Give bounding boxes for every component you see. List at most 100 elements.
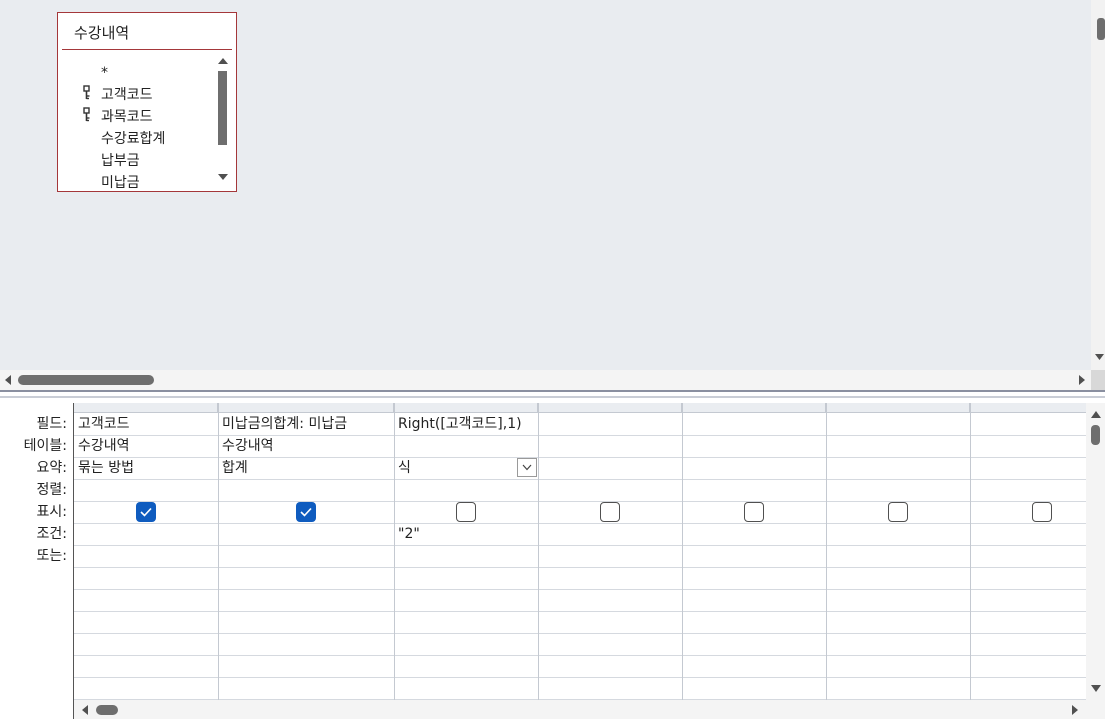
total-dropdown-button[interactable] xyxy=(517,458,537,477)
table-box-title[interactable]: 수강내역 xyxy=(74,22,129,43)
checkmark-icon xyxy=(300,507,312,517)
total-cell[interactable] xyxy=(538,457,682,479)
field-cell[interactable]: Right([고객코드],1) xyxy=(394,413,538,435)
scroll-right-arrow-icon[interactable] xyxy=(1077,374,1087,386)
field-cell[interactable] xyxy=(970,413,1086,435)
sort-cell[interactable] xyxy=(74,479,218,501)
field-item[interactable]: * xyxy=(101,62,108,84)
table-field-list-window[interactable]: 수강내역 * 고객코드 과목코드 수강료합계 납부금 미납금 xyxy=(57,12,237,192)
design-horizontal-scrollbar[interactable] xyxy=(0,370,1091,390)
query-design-grid[interactable]: 고객코드 수강내역 묶는 방법 미납금의합계: 미납금 수강내역 합계 Right([고객코… xyxy=(73,403,1086,700)
row-label-or: 또는: xyxy=(36,548,67,564)
scroll-left-arrow-icon[interactable] xyxy=(80,704,90,716)
grid-vertical-scroll-thumb[interactable] xyxy=(1091,425,1100,445)
total-cell[interactable] xyxy=(970,457,1086,479)
field-cell[interactable] xyxy=(826,413,970,435)
row-divider xyxy=(74,633,1086,634)
grid-horizontal-scroll-thumb[interactable] xyxy=(96,705,118,715)
grid-vertical-scrollbar[interactable] xyxy=(1086,403,1105,700)
row-divider xyxy=(74,567,1086,568)
scroll-up-arrow-icon[interactable] xyxy=(1090,409,1102,419)
column-selector[interactable] xyxy=(394,403,538,413)
design-vertical-scroll-thumb[interactable] xyxy=(1097,18,1105,40)
table-cell[interactable] xyxy=(682,435,826,457)
criteria-cell[interactable]: "2" xyxy=(394,523,538,545)
show-checkbox[interactable] xyxy=(1032,502,1052,522)
criteria-cell[interactable] xyxy=(74,523,218,545)
scrollbar-corner xyxy=(1091,370,1105,390)
field-cell[interactable] xyxy=(538,413,682,435)
checkmark-icon xyxy=(140,507,152,517)
column-selector[interactable] xyxy=(538,403,682,413)
field-item[interactable]: 고객코드 xyxy=(101,84,153,106)
scroll-down-arrow-icon[interactable] xyxy=(1090,683,1102,693)
total-cell[interactable] xyxy=(682,457,826,479)
total-cell[interactable]: 묶는 방법 xyxy=(74,457,218,479)
table-cell[interactable]: 수강내역 xyxy=(218,435,394,457)
criteria-cell[interactable] xyxy=(826,523,970,545)
row-label-table: 테이블: xyxy=(23,438,67,454)
chevron-down-icon xyxy=(522,464,532,471)
field-cell[interactable] xyxy=(682,413,826,435)
criteria-cell[interactable] xyxy=(218,523,394,545)
field-item[interactable]: 미납금 xyxy=(101,172,140,191)
column-selector[interactable] xyxy=(970,403,1086,413)
column-selector[interactable] xyxy=(218,403,394,413)
sort-cell[interactable] xyxy=(394,479,538,501)
field-item[interactable]: 수강료합계 xyxy=(101,128,165,150)
field-item[interactable]: 과목코드 xyxy=(101,106,153,128)
field-cell[interactable]: 고객코드 xyxy=(74,413,218,435)
sort-cell[interactable] xyxy=(218,479,394,501)
row-label-field: 필드: xyxy=(36,416,67,432)
field-list[interactable]: * 고객코드 과목코드 수강료합계 납부금 미납금 xyxy=(58,51,214,191)
column-selector[interactable] xyxy=(682,403,826,413)
row-divider xyxy=(74,611,1086,612)
scroll-right-arrow-icon[interactable] xyxy=(1070,704,1080,716)
query-design-surface[interactable]: 수강내역 * 고객코드 과목코드 수강료합계 납부금 미납금 xyxy=(0,0,1105,390)
sort-cell[interactable] xyxy=(970,479,1086,501)
row-label-total: 요약: xyxy=(36,460,67,476)
row-divider xyxy=(74,501,1086,502)
primary-key-icon xyxy=(83,85,90,100)
scroll-down-arrow-icon[interactable] xyxy=(1094,352,1105,362)
primary-key-icon xyxy=(83,107,90,122)
row-label-show: 표시: xyxy=(36,504,67,520)
sort-cell[interactable] xyxy=(538,479,682,501)
design-horizontal-scroll-thumb[interactable] xyxy=(18,375,154,385)
show-checkbox[interactable] xyxy=(744,502,764,522)
table-cell[interactable] xyxy=(394,435,538,457)
show-checkbox[interactable] xyxy=(600,502,620,522)
scroll-down-arrow-icon[interactable] xyxy=(216,172,230,182)
criteria-cell[interactable] xyxy=(538,523,682,545)
field-item[interactable]: 납부금 xyxy=(101,150,140,172)
field-list-scroll-thumb[interactable] xyxy=(218,71,227,145)
criteria-cell[interactable] xyxy=(682,523,826,545)
grid-horizontal-scrollbar[interactable] xyxy=(73,700,1086,719)
field-list-scrollbar[interactable] xyxy=(214,53,236,188)
table-box-divider xyxy=(62,49,232,50)
column-selector[interactable] xyxy=(826,403,970,413)
row-divider xyxy=(74,655,1086,656)
table-cell[interactable] xyxy=(538,435,682,457)
design-vertical-scrollbar[interactable] xyxy=(1091,0,1105,370)
table-cell[interactable] xyxy=(826,435,970,457)
show-checkbox[interactable] xyxy=(456,502,476,522)
sort-cell[interactable] xyxy=(826,479,970,501)
field-cell[interactable]: 미납금의합계: 미납금 xyxy=(218,413,394,435)
table-cell[interactable] xyxy=(970,435,1086,457)
show-checkbox[interactable] xyxy=(888,502,908,522)
show-checkbox[interactable] xyxy=(296,502,316,522)
scroll-left-arrow-icon[interactable] xyxy=(3,374,13,386)
column-selector[interactable] xyxy=(74,403,218,413)
pane-splitter[interactable] xyxy=(0,390,1105,398)
sort-cell[interactable] xyxy=(682,479,826,501)
row-divider xyxy=(74,677,1086,678)
criteria-cell[interactable] xyxy=(970,523,1086,545)
total-cell[interactable]: 합계 xyxy=(218,457,394,479)
scrollbar-corner xyxy=(1086,700,1105,719)
show-checkbox[interactable] xyxy=(136,502,156,522)
row-label-criteria: 조건: xyxy=(36,526,67,542)
table-cell[interactable]: 수강내역 xyxy=(74,435,218,457)
total-cell[interactable] xyxy=(826,457,970,479)
scroll-up-arrow-icon[interactable] xyxy=(216,55,230,65)
